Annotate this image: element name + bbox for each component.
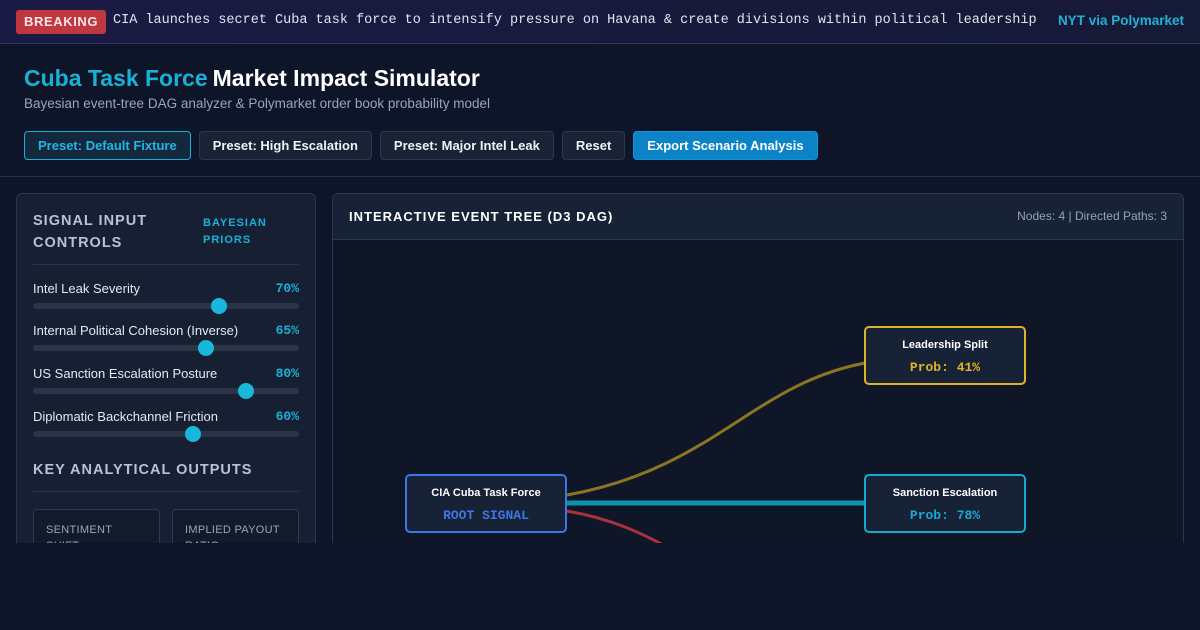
- output-label: SENTIMENT SHIFT: [46, 524, 113, 543]
- ticker-source-link[interactable]: NYT via Polymarket: [1058, 13, 1184, 28]
- event-tree-meta: Nodes: 4 | Directed Paths: 3: [1017, 209, 1167, 223]
- header-divider: [0, 176, 1200, 177]
- node-label: Leadership Split: [902, 339, 988, 351]
- page-header: Cuba Task Force Market Impact Simulator B…: [24, 64, 490, 111]
- slider-label: US Sanction Escalation Posture: [33, 366, 218, 381]
- node-box[interactable]: [405, 474, 567, 533]
- slider-track[interactable]: [33, 298, 299, 314]
- controls-panel-header: SIGNAL INPUT CONTROLS BAYESIAN PRIORS: [33, 208, 299, 265]
- slider-label: Intel Leak Severity: [33, 281, 140, 296]
- node-box[interactable]: [864, 326, 1026, 385]
- sentiment-shift-card: SENTIMENT SHIFT: [33, 509, 160, 543]
- page-title-highlight: Cuba Task Force: [24, 65, 208, 91]
- node-sanction-escalation[interactable]: Sanction Escalation Prob: 78%: [864, 474, 1026, 533]
- reset-button[interactable]: Reset: [561, 131, 626, 160]
- outputs-divider: [33, 491, 299, 492]
- page-title-rest: Market Impact Simulator: [212, 65, 480, 91]
- event-tree-header: INTERACTIVE EVENT TREE (D3 DAG) Nodes: 4…: [333, 194, 1183, 240]
- slider-thumb[interactable]: [197, 340, 214, 356]
- slider-label: Internal Political Cohesion (Inverse): [33, 323, 239, 338]
- slider-thumb[interactable]: [184, 426, 201, 442]
- event-tree-panel: Leadership Split Prob: 41% Sanction Esca…: [332, 193, 1184, 543]
- implied-payout-card: IMPLIED PAYOUT RATIO: [172, 509, 299, 543]
- slider-thumb[interactable]: [237, 383, 254, 399]
- slider-value: 60%: [275, 409, 299, 424]
- node-probability: Prob: 78%: [910, 508, 980, 523]
- ticker-headline[interactable]: CIA launches secret Cuba task force to i…: [113, 13, 1043, 28]
- edge-root-to-leadership-split: [566, 361, 866, 497]
- bayesian-priors-tag: BAYESIAN PRIORS: [203, 217, 267, 246]
- output-label: IMPLIED PAYOUT RATIO: [185, 524, 280, 543]
- node-subtitle: ROOT SIGNAL: [443, 508, 529, 523]
- preset-default-button[interactable]: Preset: Default Fixture: [24, 131, 191, 160]
- page-subtitle: Bayesian event-tree DAG analyzer & Polym…: [24, 96, 490, 111]
- page-title: Cuba Task Force Market Impact Simulator: [24, 64, 490, 92]
- slider-value: 70%: [275, 281, 299, 296]
- node-probability: Prob: 41%: [910, 360, 980, 375]
- signal-controls-panel: SIGNAL INPUT CONTROLS BAYESIAN PRIORS In…: [16, 193, 316, 543]
- node-label: CIA Cuba Task Force: [431, 487, 540, 499]
- slider-thumb[interactable]: [211, 298, 228, 314]
- breaking-news-ticker: BREAKING CIA launches secret Cuba task f…: [0, 0, 1200, 44]
- slider-track[interactable]: [33, 426, 299, 442]
- toolbar: Preset: Default Fixture Preset: High Esc…: [24, 131, 818, 160]
- preset-high-escalation-button[interactable]: Preset: High Escalation: [198, 131, 372, 160]
- event-tree-canvas[interactable]: Leadership Split Prob: 41% Sanction Esca…: [333, 194, 1183, 543]
- slider-value: 65%: [275, 323, 299, 338]
- controls-panel-title: SIGNAL INPUT CONTROLS: [33, 213, 148, 251]
- event-tree-title: INTERACTIVE EVENT TREE (D3 DAG): [349, 209, 614, 224]
- breaking-badge: BREAKING: [16, 10, 107, 34]
- node-cia-task-force-root[interactable]: CIA Cuba Task Force ROOT SIGNAL: [405, 474, 567, 533]
- outputs-title: KEY ANALYTICAL OUTPUTS: [33, 462, 253, 478]
- slider-track[interactable]: [33, 383, 299, 399]
- node-box[interactable]: [864, 474, 1026, 533]
- slider-value: 80%: [275, 366, 299, 381]
- edge-root-to-third-node: [566, 509, 663, 543]
- node-leadership-split[interactable]: Leadership Split Prob: 41%: [864, 326, 1026, 385]
- export-scenario-button[interactable]: Export Scenario Analysis: [633, 131, 818, 160]
- slider-label: Diplomatic Backchannel Friction: [33, 409, 218, 424]
- preset-major-intel-leak-button[interactable]: Preset: Major Intel Leak: [379, 131, 554, 160]
- node-label: Sanction Escalation: [893, 487, 998, 499]
- slider-track[interactable]: [33, 340, 299, 356]
